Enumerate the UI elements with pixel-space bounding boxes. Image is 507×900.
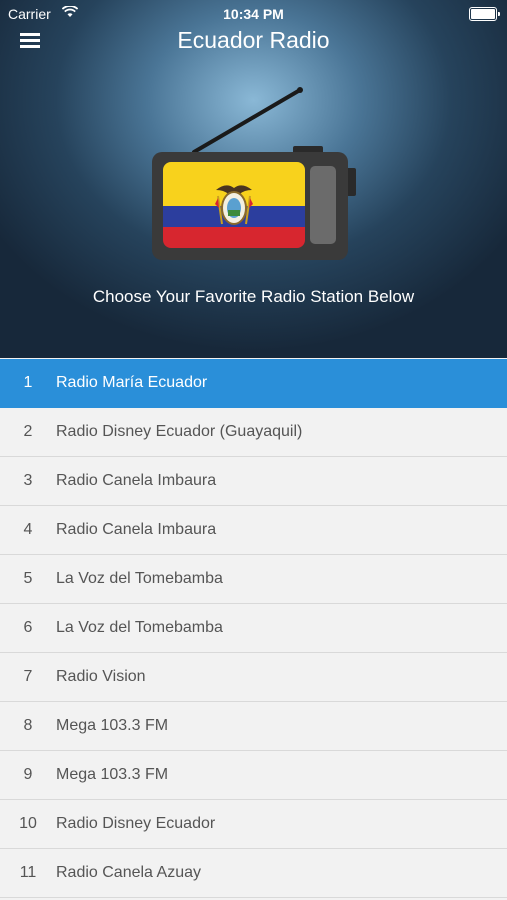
station-number: 7 bbox=[23, 668, 33, 685]
station-number: 2 bbox=[23, 423, 33, 440]
list-item[interactable]: 7 Radio Vision bbox=[0, 653, 507, 702]
station-number: 11 bbox=[19, 864, 37, 881]
list-item[interactable]: 5 La Voz del Tomebamba bbox=[0, 555, 507, 604]
list-item[interactable]: 8 Mega 103.3 FM bbox=[0, 702, 507, 751]
station-name: Radio María Ecuador bbox=[56, 374, 208, 391]
station-name: La Voz del Tomebamba bbox=[56, 570, 223, 587]
list-item[interactable]: 9 Mega 103.3 FM bbox=[0, 751, 507, 800]
list-item[interactable]: 6 La Voz del Tomebamba bbox=[0, 604, 507, 653]
station-number: 9 bbox=[23, 766, 33, 783]
station-name: Radio Canela Azuay bbox=[56, 864, 201, 881]
list-item[interactable]: 10 Radio Disney Ecuador bbox=[0, 800, 507, 849]
station-name: Radio Canela Imbaura bbox=[56, 521, 217, 538]
station-name: Mega 103.3 FM bbox=[56, 766, 169, 783]
battery-icon bbox=[469, 7, 500, 21]
list-item[interactable]: 11 Radio Canela Azuay bbox=[0, 849, 507, 898]
subtitle: Choose Your Favorite Radio Station Below bbox=[92, 287, 415, 306]
station-number: 3 bbox=[23, 472, 33, 489]
radio-with-ecuador-flag-icon bbox=[152, 87, 356, 260]
status-time: 10:34 PM bbox=[223, 6, 284, 22]
station-name: La Voz del Tomebamba bbox=[56, 619, 223, 636]
station-name: Radio Disney Ecuador (Guayaquil) bbox=[56, 423, 303, 440]
station-number: 8 bbox=[23, 717, 33, 734]
status-bar: Carrier 10:34 PM bbox=[0, 0, 507, 26]
page-title: Ecuador Radio bbox=[177, 27, 330, 53]
station-number: 6 bbox=[23, 619, 33, 636]
station-list: 1 Radio María Ecuador 2 Radio Disney Ecuado… bbox=[0, 359, 507, 898]
list-item[interactable]: 2 Radio Disney Ecuador (Guayaquil) bbox=[0, 408, 507, 457]
header-banner: Carrier 10:34 PM Ecuador Radio Choose Yo… bbox=[0, 0, 507, 358]
list-item[interactable]: 3 Radio Canela Imbaura bbox=[0, 457, 507, 506]
station-name: Radio Canela Imbaura bbox=[56, 472, 217, 489]
station-number: 10 bbox=[19, 815, 37, 832]
station-number: 1 bbox=[23, 374, 33, 391]
station-number: 4 bbox=[23, 521, 33, 538]
station-name: Radio Disney Ecuador bbox=[56, 815, 216, 832]
list-item[interactable]: 4 Radio Canela Imbaura bbox=[0, 506, 507, 555]
station-name: Mega 103.3 FM bbox=[56, 717, 169, 734]
station-name: Radio Vision bbox=[56, 668, 146, 685]
station-number: 5 bbox=[23, 570, 33, 587]
list-item[interactable]: 1 Radio María Ecuador bbox=[0, 359, 507, 408]
